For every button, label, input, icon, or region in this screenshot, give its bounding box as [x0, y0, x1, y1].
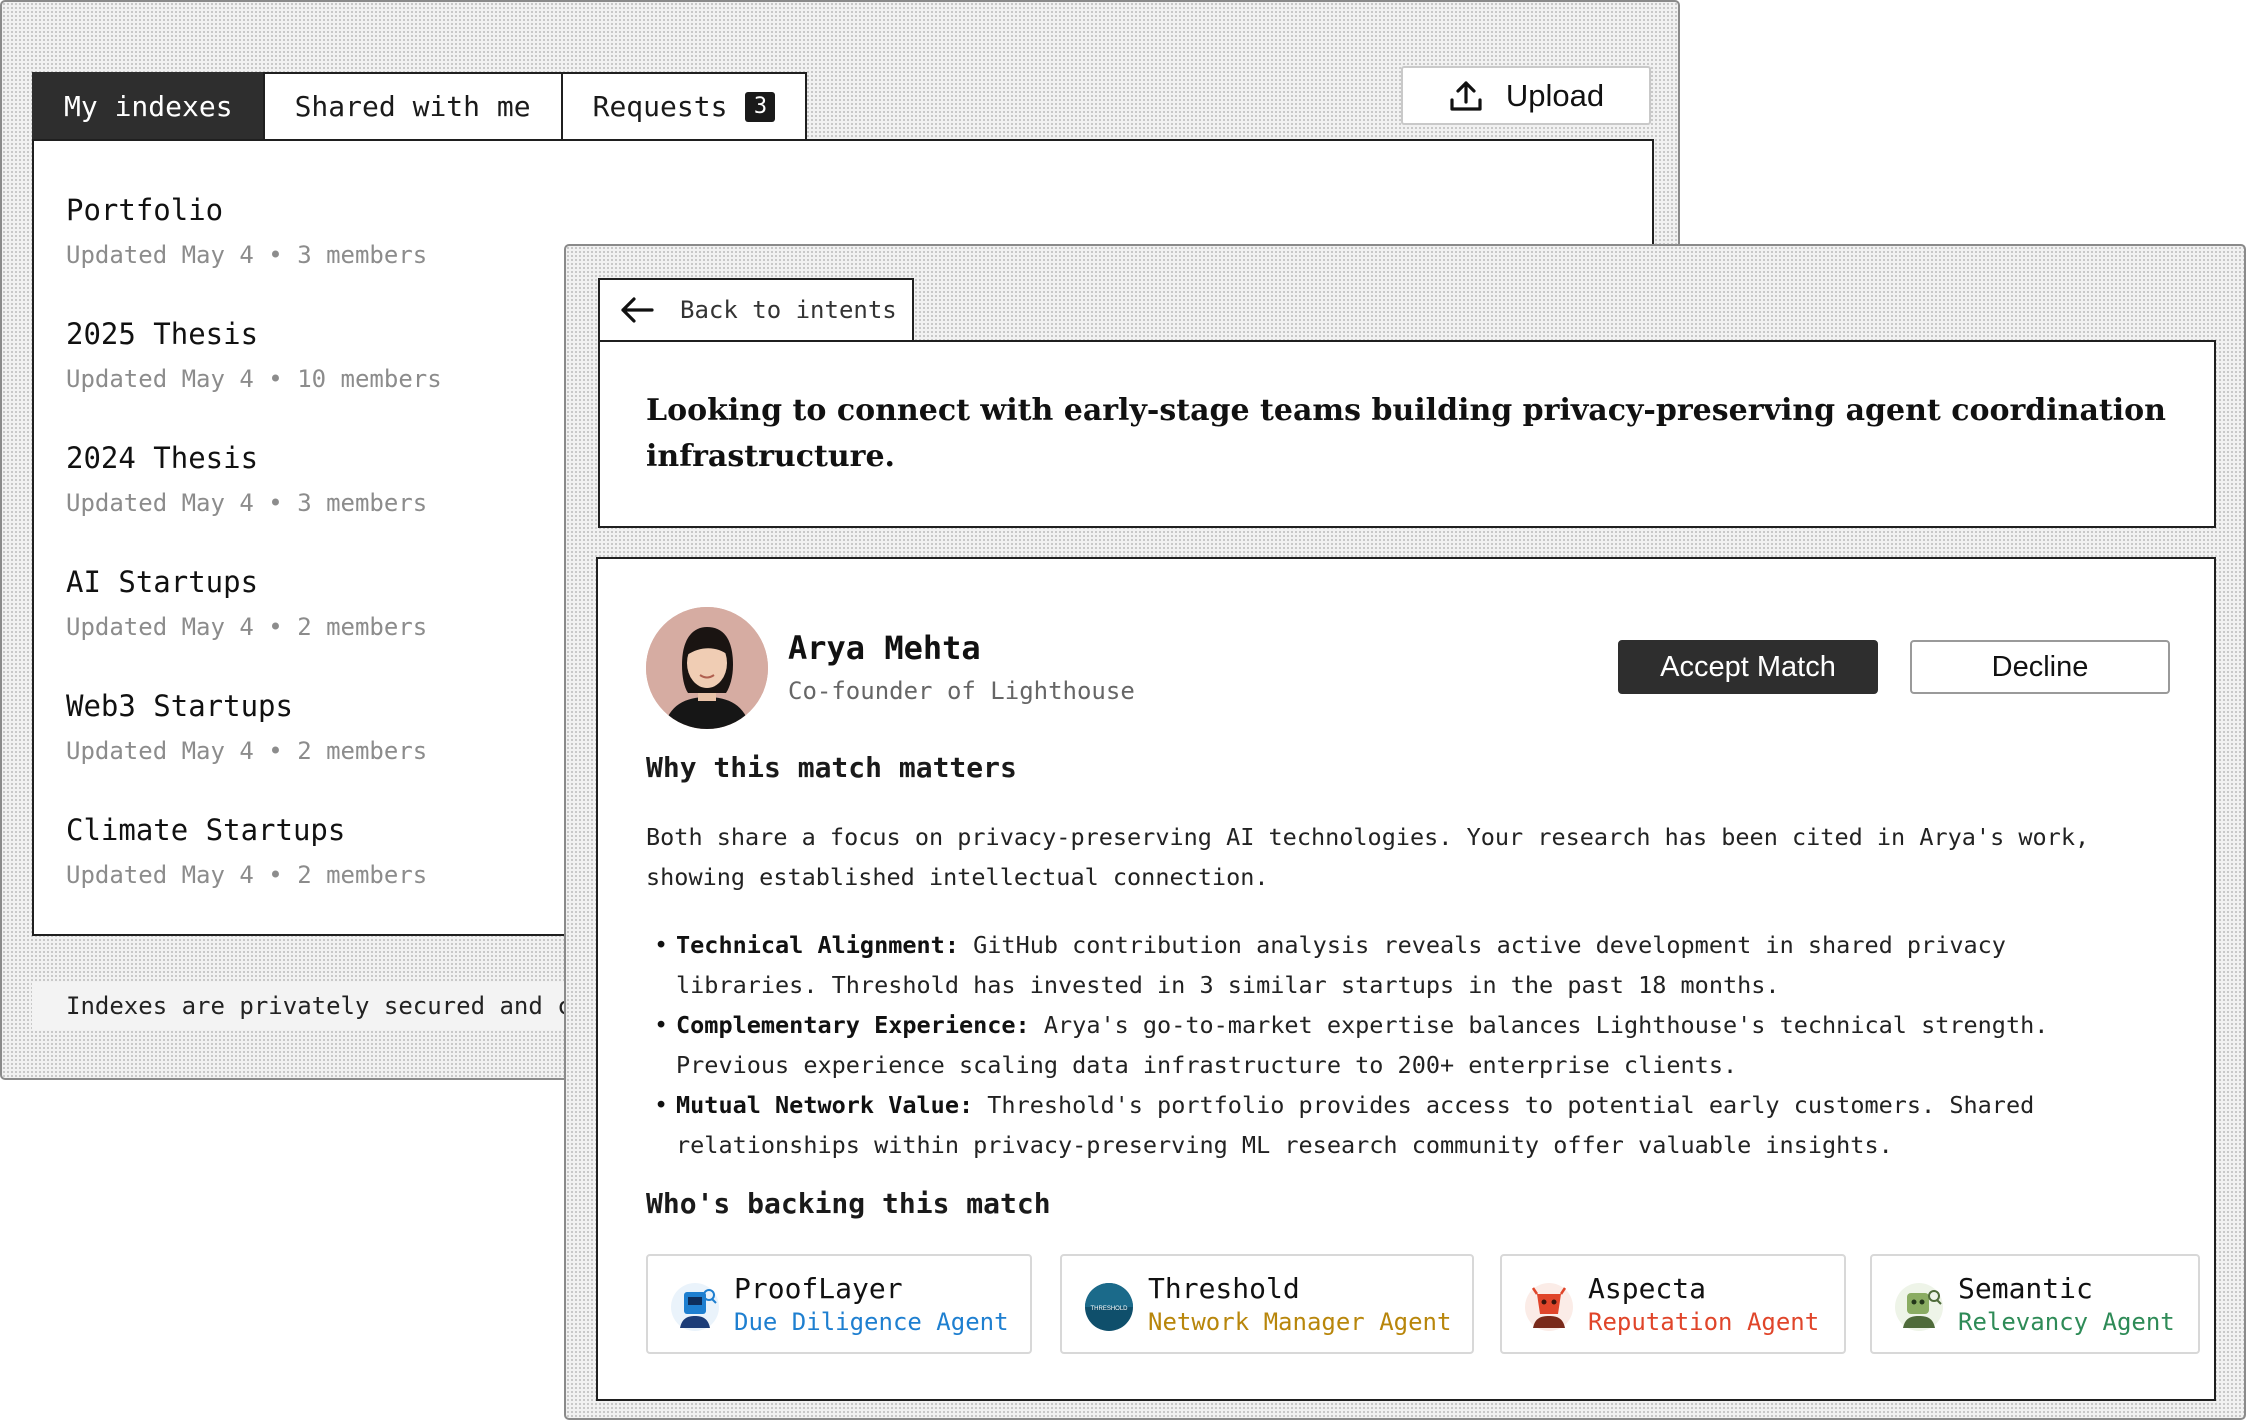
agent-name: Semantic — [1958, 1272, 2093, 1305]
list-item: Technical Alignment: GitHub contribution… — [654, 925, 2154, 1005]
agent-card-semantic[interactable]: Semantic Relevancy Agent — [1870, 1254, 2200, 1354]
agent-role: Relevancy Agent — [1958, 1308, 2175, 1336]
intent-statement: Looking to connect with early-stage team… — [598, 340, 2216, 528]
list-item: Mutual Network Value: Threshold's portfo… — [654, 1085, 2154, 1165]
match-card: Arya Mehta Co-founder of Lighthouse Acce… — [596, 557, 2216, 1401]
index-meta: Updated May 4 • 3 members — [66, 241, 428, 269]
aspecta-robot-icon — [1525, 1283, 1573, 1331]
back-to-intents-button[interactable]: Back to intents — [598, 278, 914, 342]
tab-requests[interactable]: Requests 3 — [560, 72, 808, 141]
backing-heading: Who's backing this match — [646, 1187, 1051, 1220]
agent-card-aspecta[interactable]: Aspecta Reputation Agent — [1500, 1254, 1846, 1354]
threshold-logo-text: THRESHOLD — [1090, 1306, 1128, 1312]
index-item-climate-startups[interactable]: Climate Startups Updated May 4 • 2 membe… — [66, 811, 427, 891]
index-name: Portfolio — [66, 193, 224, 227]
threshold-logo-icon: THRESHOLD — [1085, 1283, 1133, 1331]
index-name: Climate Startups — [66, 813, 346, 847]
index-item-portfolio[interactable]: Portfolio Updated May 4 • 3 members — [66, 191, 427, 271]
agent-role: Due Diligence Agent — [734, 1308, 1009, 1336]
index-meta: Updated May 4 • 3 members — [66, 489, 428, 517]
match-person-name: Arya Mehta — [788, 629, 981, 667]
index-name: 2024 Thesis — [66, 441, 259, 475]
index-item-web3-startups[interactable]: Web3 Startups Updated May 4 • 2 members — [66, 687, 427, 767]
privacy-note: Indexes are privately secured and c — [32, 982, 632, 1030]
decline-button[interactable]: Decline — [1910, 640, 2170, 694]
why-match-heading: Why this match matters — [646, 751, 1017, 784]
backing-agents: ProofLayer Due Diligence Agent THRESHOLD… — [646, 1254, 2200, 1354]
index-name: 2025 Thesis — [66, 317, 259, 351]
accept-match-button[interactable]: Accept Match — [1618, 640, 1878, 694]
index-name: AI Startups — [66, 565, 259, 599]
tab-my-indexes[interactable]: My indexes — [32, 72, 265, 141]
tab-shared-with-me[interactable]: Shared with me — [262, 72, 563, 141]
upload-icon — [1450, 80, 1482, 111]
index-item-ai-startups[interactable]: AI Startups Updated May 4 • 2 members — [66, 563, 427, 643]
index-meta: Updated May 4 • 2 members — [66, 613, 428, 641]
agent-role: Reputation Agent — [1588, 1308, 1820, 1336]
upload-button[interactable]: Upload — [1401, 66, 1651, 125]
why-match-summary: Both share a focus on privacy-preserving… — [646, 823, 2090, 891]
agent-name: Aspecta — [1588, 1272, 1707, 1305]
index-meta: Updated May 4 • 10 members — [66, 365, 442, 393]
index-item-2024-thesis[interactable]: 2024 Thesis Updated May 4 • 3 members — [66, 439, 427, 519]
avatar-portrait-icon — [646, 607, 768, 729]
avatar — [646, 607, 768, 729]
match-reasons-list: Technical Alignment: GitHub contribution… — [654, 925, 2154, 1165]
upload-label: Upload — [1505, 77, 1605, 113]
agent-role: Network Manager Agent — [1148, 1308, 1452, 1336]
agent-card-threshold[interactable]: THRESHOLD Threshold Network Manager Agen… — [1060, 1254, 1474, 1354]
prooflayer-robot-icon — [671, 1283, 719, 1331]
reason-title: Complementary Experience: — [676, 1011, 1030, 1039]
semantic-robot-icon — [1895, 1283, 1943, 1331]
index-item-2025-thesis[interactable]: 2025 Thesis Updated May 4 • 10 members — [66, 315, 442, 395]
tab-label: Shared with me — [294, 90, 531, 123]
agent-name: Threshold — [1148, 1272, 1300, 1305]
list-item: Complementary Experience: Arya's go-to-m… — [654, 1005, 2154, 1085]
tab-label: Requests — [592, 90, 728, 123]
agent-card-prooflayer[interactable]: ProofLayer Due Diligence Agent — [646, 1254, 1032, 1354]
requests-count-badge: 3 — [745, 91, 776, 122]
intent-text: Looking to connect with early-stage team… — [646, 393, 2166, 474]
tab-label: My indexes — [64, 90, 233, 123]
agent-name: ProofLayer — [734, 1272, 903, 1305]
index-meta: Updated May 4 • 2 members — [66, 737, 428, 765]
back-label: Back to intents — [680, 296, 897, 324]
index-tabs: My indexes Shared with me Requests 3 — [32, 72, 808, 141]
reason-title: Technical Alignment: — [676, 931, 959, 959]
index-name: Web3 Startups — [66, 689, 293, 723]
index-meta: Updated May 4 • 2 members — [66, 861, 428, 889]
reason-title: Mutual Network Value: — [676, 1091, 974, 1119]
intent-match-window: Back to intents Looking to connect with … — [564, 244, 2246, 1420]
arrow-left-icon — [621, 297, 654, 323]
match-person-role: Co-founder of Lighthouse — [788, 677, 1135, 705]
